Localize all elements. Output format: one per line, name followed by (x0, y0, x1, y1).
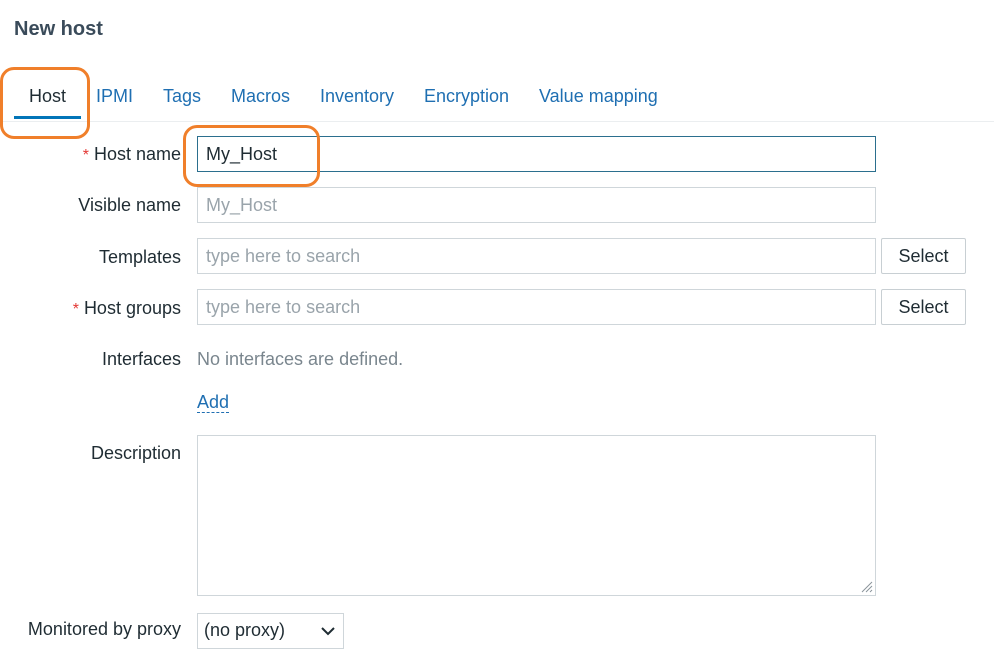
tab-ipmi[interactable]: IPMI (96, 86, 133, 107)
add-interface-link[interactable]: Add (197, 392, 230, 413)
tab-macros[interactable]: Macros (231, 86, 290, 107)
host-name-label: * Host name (82, 144, 181, 164)
proxy-selected-value: (no proxy) (204, 620, 286, 640)
tab-value-mapping[interactable]: Value mapping (539, 86, 658, 107)
active-tab-indicator (14, 116, 81, 119)
required-marker: * (82, 147, 89, 164)
description-label: Description (90, 443, 181, 463)
tab-bar: Host IPMI Tags Macros Inventory Encrypti… (0, 80, 994, 122)
interfaces-empty-text: No interfaces are defined. (197, 349, 404, 369)
tab-inventory[interactable]: Inventory (320, 86, 394, 107)
chevron-down-icon (321, 627, 335, 636)
templates-search-input[interactable] (197, 238, 876, 274)
required-marker: * (72, 301, 79, 318)
visible-name-label: Visible name (78, 195, 181, 215)
templates-select-button[interactable]: Select (881, 238, 966, 274)
templates-label: Templates (98, 247, 181, 267)
proxy-label: Monitored by proxy (27, 619, 181, 639)
resize-grip-icon[interactable] (860, 580, 873, 593)
tab-encryption[interactable]: Encryption (424, 86, 509, 107)
page-title: New host (14, 18, 103, 40)
host-groups-search-input[interactable] (197, 289, 876, 325)
description-textarea[interactable] (197, 435, 876, 596)
tab-tags[interactable]: Tags (163, 86, 201, 107)
proxy-select[interactable]: (no proxy) (197, 613, 344, 649)
interfaces-label: Interfaces (101, 349, 181, 369)
host-groups-label: * Host groups (72, 298, 181, 318)
host-groups-select-button[interactable]: Select (881, 289, 966, 325)
visible-name-input[interactable] (197, 187, 876, 223)
host-name-input[interactable] (197, 136, 876, 172)
tab-host[interactable]: Host (29, 86, 66, 107)
